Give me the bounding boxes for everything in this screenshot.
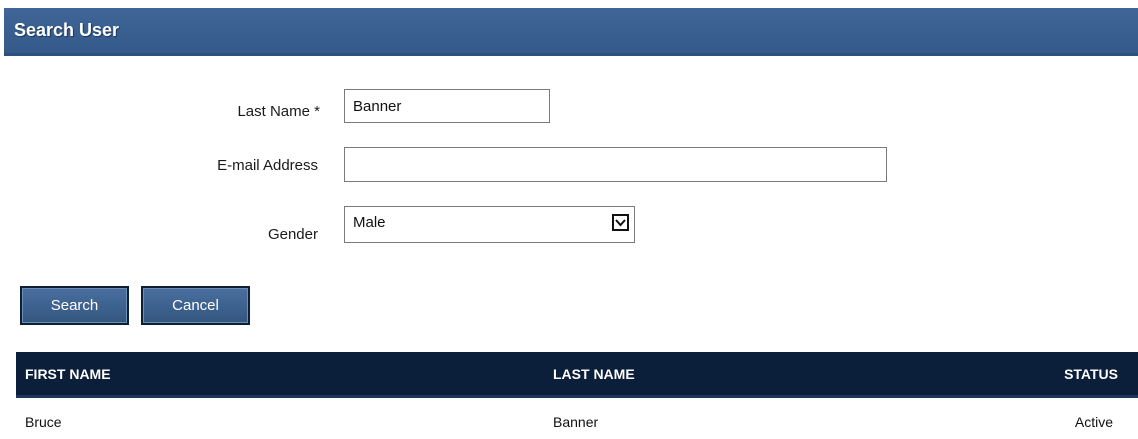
cancel-button[interactable]: Cancel [141,286,250,325]
table-row[interactable]: Bruce Banner Active [16,402,1138,439]
results-table-header: FIRST NAME LAST NAME STATUS [16,352,1138,398]
gender-select-value: Male [353,214,386,231]
chevron-down-icon[interactable] [612,214,629,231]
column-header-first-name: FIRST NAME [25,366,111,382]
email-input[interactable] [344,147,887,182]
gender-label: Gender [267,226,318,243]
gender-select[interactable]: Male [344,206,635,243]
page-header: Search User [4,8,1138,56]
cell-last-name: Banner [553,414,599,430]
last-name-label: Last Name * [237,103,320,120]
column-header-status: STATUS [1064,366,1118,382]
page-title: Search User [14,20,120,40]
cell-status: Active [1074,414,1113,430]
search-button[interactable]: Search [20,286,129,325]
email-label: E-mail Address [217,157,318,174]
search-user-page: Search User Last Name * E-mail Address G… [0,0,1138,439]
column-header-last-name: LAST NAME [553,366,635,382]
cell-first-name: Bruce [25,414,62,430]
last-name-input[interactable] [344,89,550,123]
